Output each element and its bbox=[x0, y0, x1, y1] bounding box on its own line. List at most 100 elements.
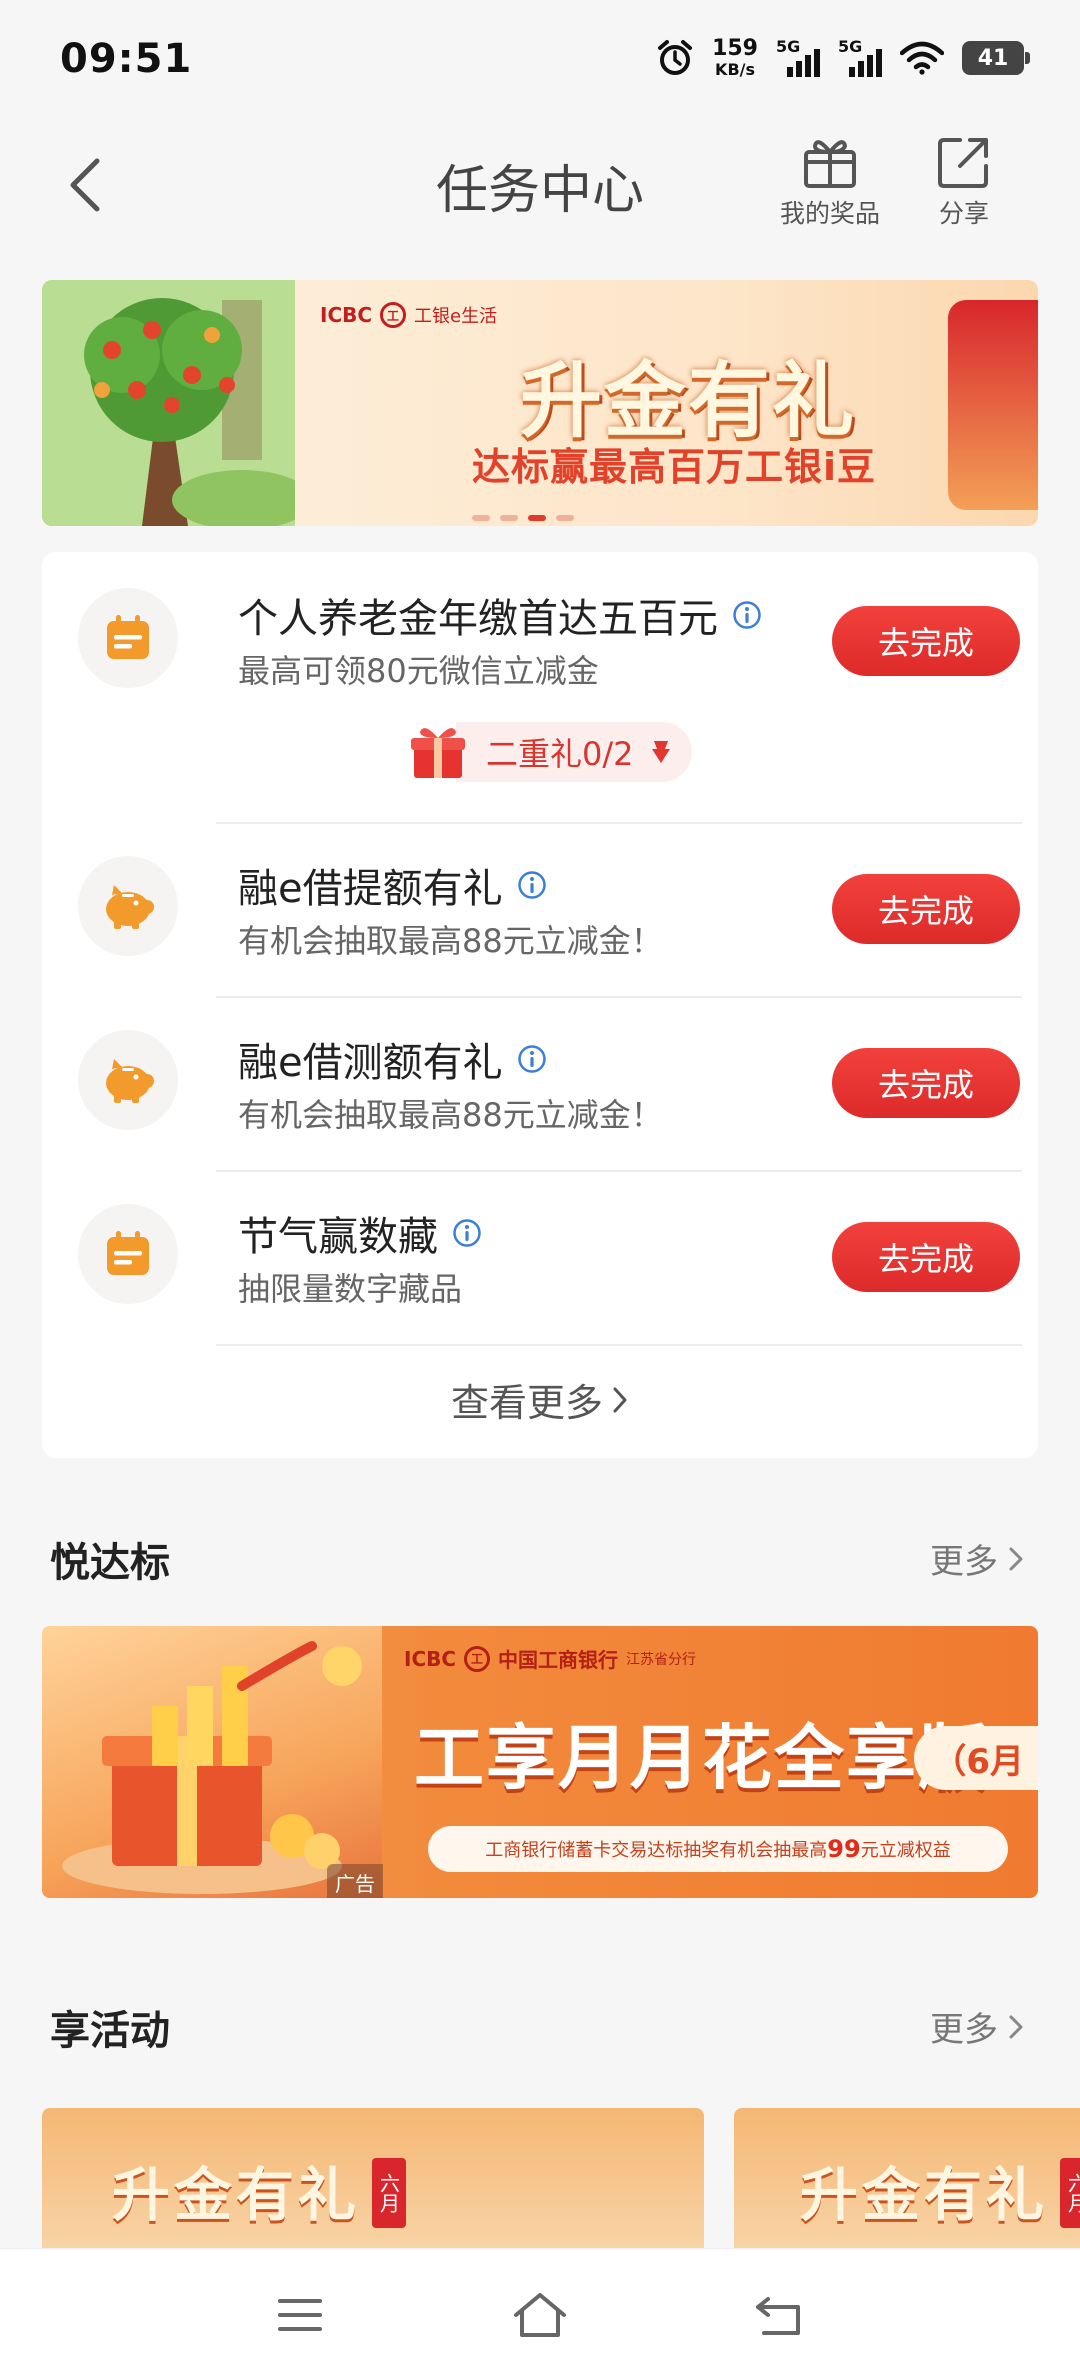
menu-icon bbox=[278, 2299, 322, 2331]
ad-badge: 广告 bbox=[327, 1864, 383, 1898]
task-title-text: 融e借提额有礼 bbox=[238, 866, 503, 912]
info-icon[interactable] bbox=[732, 600, 762, 630]
share-button[interactable]: 分享 bbox=[904, 134, 1024, 230]
header: 任务中心 我的奖品 分享 bbox=[0, 120, 1080, 270]
system-navigation-bar bbox=[0, 2248, 1080, 2376]
section2-more-text: 更多 bbox=[930, 2010, 998, 2050]
net-speed-value: 159 bbox=[712, 36, 758, 61]
activity-badge: 六月 bbox=[372, 2158, 406, 2228]
status-time: 09:51 bbox=[60, 36, 193, 82]
carousel-dot bbox=[500, 515, 518, 521]
carousel-indicator bbox=[472, 515, 574, 521]
section-title-xianghuodong: 享活动 bbox=[50, 2008, 170, 2054]
gift-box-icon bbox=[406, 720, 470, 784]
piggy-bank-icon bbox=[106, 885, 154, 929]
go-complete-button[interactable]: 去完成 bbox=[832, 1048, 1020, 1118]
nav-home-button[interactable] bbox=[500, 2275, 580, 2355]
promo-title: 工享月月花全享版 bbox=[414, 1717, 990, 1799]
carousel-dot bbox=[556, 515, 574, 521]
task-title-text: 个人养老金年缴首达五百元 bbox=[238, 596, 718, 642]
reward-progress-text: 二重礼0/2 bbox=[486, 735, 634, 773]
banner-logo-text: ICBC bbox=[320, 303, 373, 327]
wifi-icon bbox=[900, 41, 944, 75]
net-speed: 159 KB/s bbox=[712, 38, 758, 78]
divider bbox=[216, 996, 1022, 998]
promo-strip-amount: 99 bbox=[827, 1835, 861, 1863]
calendar-icon bbox=[107, 1231, 149, 1275]
nav-menu-button[interactable] bbox=[260, 2275, 340, 2355]
view-more-tasks-link[interactable]: 查看更多 bbox=[42, 1372, 1038, 1427]
banner-tree-illustration bbox=[42, 280, 312, 526]
banner-gift-illustration bbox=[948, 300, 1038, 510]
activity-title: 升金有礼 bbox=[800, 2161, 1049, 2229]
task-title: 融e借测额有礼 bbox=[238, 1030, 547, 1088]
carousel-dot bbox=[472, 515, 490, 521]
chevron-right-icon bbox=[613, 1387, 627, 1412]
task-list-card: 个人养老金年缴首达五百元 最高可领80元微信立减金 去完成 二重礼0/2 融e借… bbox=[42, 552, 1038, 1458]
go-complete-button[interactable]: 去完成 bbox=[832, 1222, 1020, 1292]
task-icon bbox=[78, 856, 178, 956]
chevron-right-icon bbox=[1009, 1547, 1023, 1570]
divider bbox=[216, 1170, 1022, 1172]
activity-card[interactable]: 升金有礼 六月 bbox=[734, 2108, 1080, 2248]
promo-month-tag: （6月 bbox=[914, 1726, 1038, 1790]
section1-more-text: 更多 bbox=[930, 1542, 998, 1582]
task-title: 节气赢数藏 bbox=[238, 1204, 482, 1262]
promo-logo-text: ICBC bbox=[404, 1646, 457, 1671]
activity-badge: 六月 bbox=[1060, 2158, 1080, 2228]
calendar-icon bbox=[107, 615, 149, 659]
home-icon bbox=[514, 2293, 566, 2337]
icbc-logo-icon: 工 bbox=[464, 1645, 491, 1672]
piggy-bank-icon bbox=[106, 1059, 154, 1103]
task-desc: 抽限量数字藏品 bbox=[238, 1270, 463, 1308]
arrow-down-icon bbox=[651, 741, 670, 763]
share-icon bbox=[938, 138, 988, 188]
reward-progress: 二重礼0/2 bbox=[456, 722, 692, 782]
status-bar: 09:51 159 KB/s 5G 5G 41 bbox=[0, 0, 1080, 120]
alarm-icon bbox=[656, 39, 694, 77]
promo-strip-suffix: 元立减权益 bbox=[860, 1840, 951, 1861]
info-icon[interactable] bbox=[452, 1218, 482, 1248]
task-title: 个人养老金年缴首达五百元 bbox=[238, 586, 762, 644]
my-prizes-button[interactable]: 我的奖品 bbox=[770, 134, 890, 230]
info-icon[interactable] bbox=[517, 870, 547, 900]
section2-more-link[interactable]: 更多 bbox=[930, 2002, 1024, 2051]
banner-logo-bank: 工银e生活 bbox=[414, 306, 498, 327]
chevron-right-icon bbox=[1009, 2015, 1023, 2038]
promo-icbc-logo: ICBC 工 中国工商银行 江苏省分行 bbox=[404, 1644, 696, 1673]
promo-strip-prefix: 工商银行储蓄卡交易达标抽奖有机会抽最高 bbox=[485, 1840, 828, 1861]
back-icon bbox=[756, 2297, 800, 2335]
reward-progress-pill[interactable]: 二重礼0/2 bbox=[406, 720, 692, 784]
net-speed-unit: KB/s bbox=[715, 60, 756, 79]
icbc-logo-icon: 工 bbox=[380, 302, 407, 328]
promo-gift-illustration bbox=[42, 1626, 382, 1898]
activity-card[interactable]: 升金有礼 六月 bbox=[42, 2108, 704, 2248]
view-more-text: 查看更多 bbox=[450, 1381, 603, 1425]
my-prizes-label: 我的奖品 bbox=[779, 199, 880, 228]
section1-more-link[interactable]: 更多 bbox=[930, 1534, 1024, 1583]
task-icon bbox=[78, 1204, 178, 1304]
promo-ad-banner[interactable]: ICBC 工 中国工商银行 江苏省分行 工享月月花全享版 （6月 工商银行储蓄卡… bbox=[42, 1626, 1038, 1898]
task-title-text: 融e借测额有礼 bbox=[238, 1040, 503, 1086]
promo-logo-branch: 江苏省分行 bbox=[626, 1651, 697, 1668]
task-desc: 有机会抽取最高88元立减金！ bbox=[238, 1096, 663, 1134]
banner-icbc-logo: ICBC 工 工银e生活 bbox=[320, 302, 497, 328]
go-complete-button[interactable]: 去完成 bbox=[832, 606, 1020, 676]
divider bbox=[216, 822, 1022, 824]
carousel-dot-active bbox=[528, 515, 546, 521]
battery-icon: 41 bbox=[962, 41, 1030, 75]
go-complete-button[interactable]: 去完成 bbox=[832, 874, 1020, 944]
info-icon[interactable] bbox=[517, 1044, 547, 1074]
signal-sim1-icon: 5G bbox=[776, 37, 820, 77]
activity-title: 升金有礼 bbox=[112, 2161, 361, 2229]
status-icons: 159 KB/s 5G 5G 41 bbox=[656, 37, 1030, 78]
task-desc: 最高可领80元微信立减金 bbox=[238, 652, 599, 690]
share-label: 分享 bbox=[938, 199, 989, 228]
nav-back-button[interactable] bbox=[740, 2275, 820, 2355]
task-icon bbox=[78, 588, 178, 688]
signal-sim2-icon: 5G bbox=[838, 37, 882, 77]
task-desc: 有机会抽取最高88元立减金！ bbox=[238, 922, 663, 960]
task-icon bbox=[78, 1030, 178, 1130]
promo-description: 工商银行储蓄卡交易达标抽奖有机会抽最高 99 元立减权益 bbox=[428, 1826, 1008, 1872]
promo-banner-carousel[interactable]: ICBC 工 工银e生活 升金有礼 达标赢最高百万工银i豆 bbox=[42, 280, 1038, 526]
